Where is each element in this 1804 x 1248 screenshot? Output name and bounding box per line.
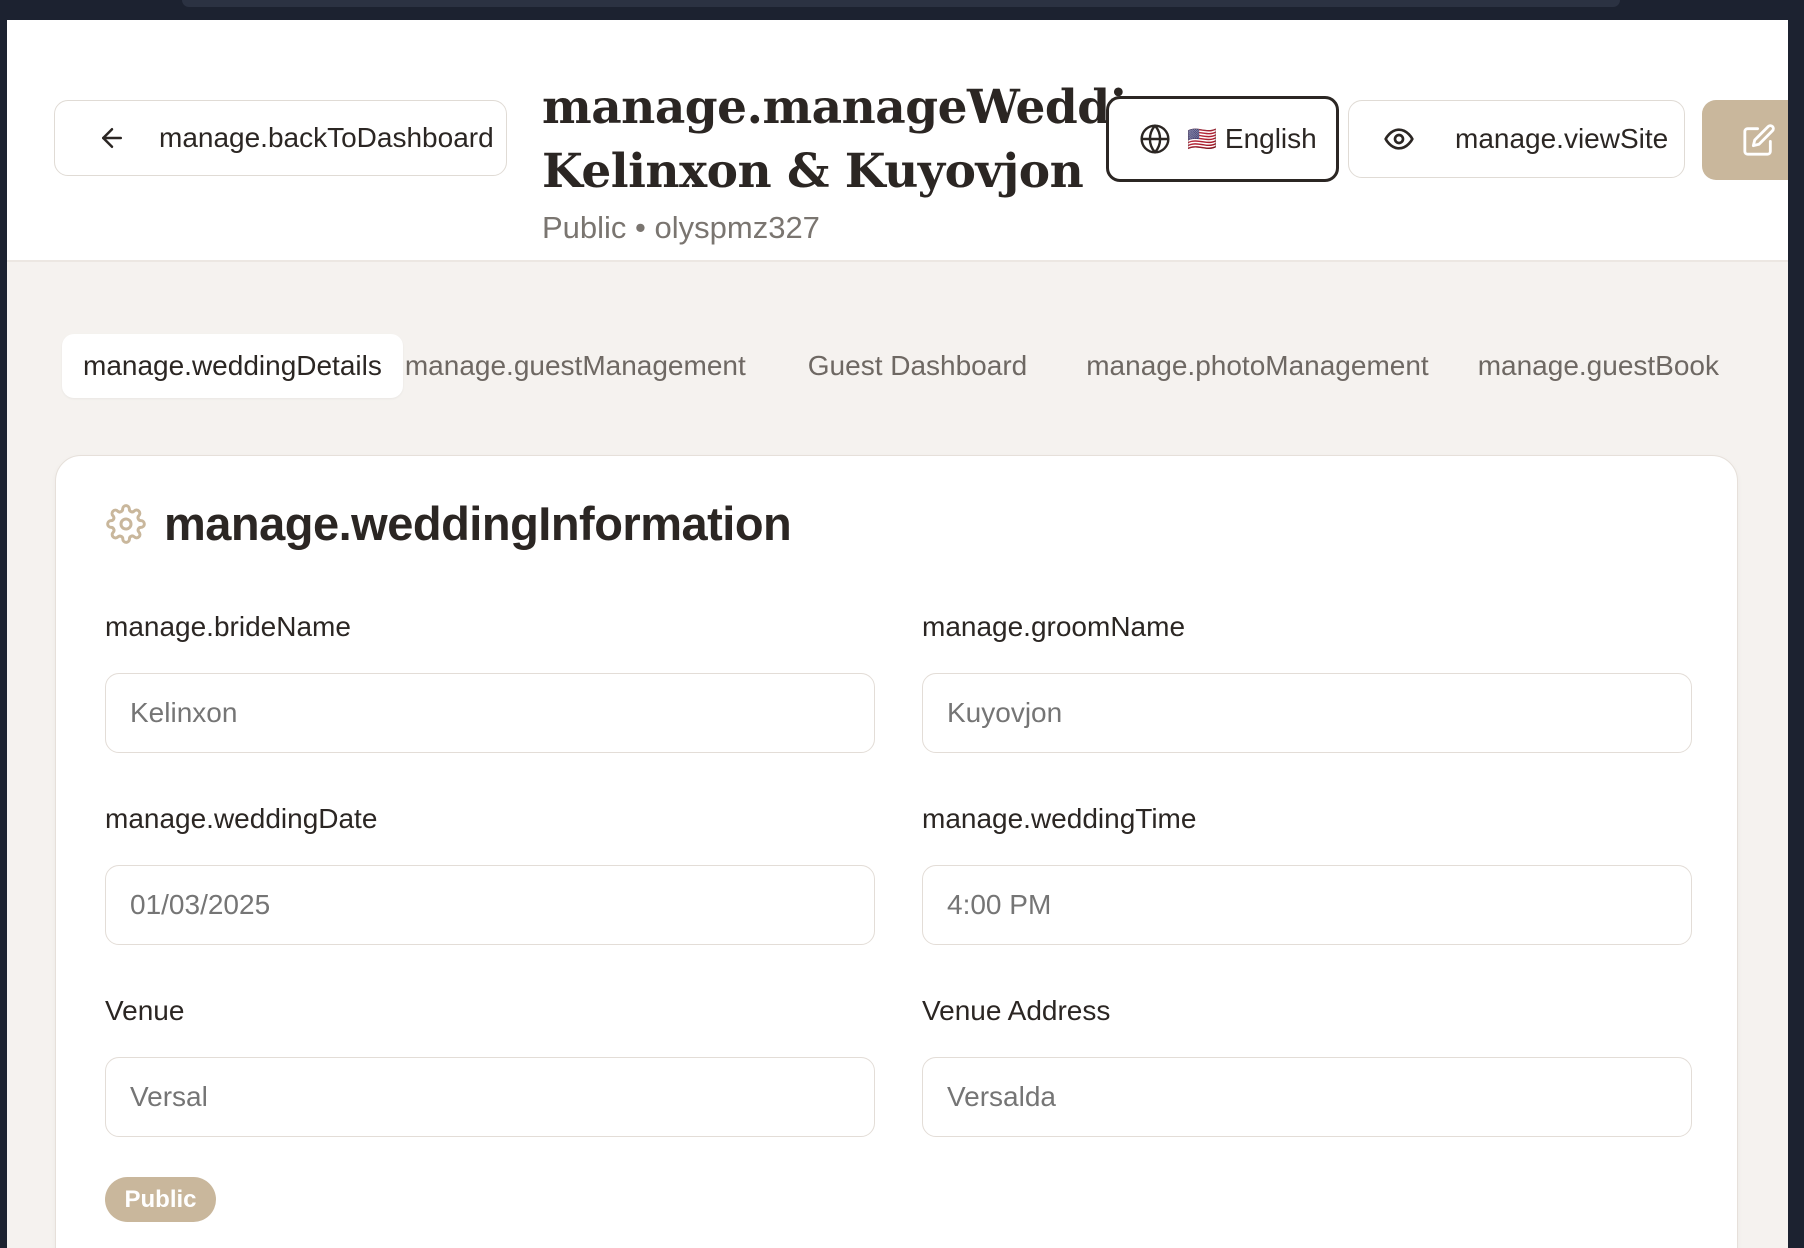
wedding-information-card: manage.weddingInformation manage.brideNa… — [55, 455, 1738, 1248]
browser-url-bar[interactable] — [182, 0, 1620, 7]
language-selector-button[interactable]: 🇺🇸 English — [1106, 96, 1339, 182]
page-title-block: manage.manageWedding: Kelinxon & Kuyovjo… — [542, 76, 1210, 246]
wedding-time-label: manage.weddingTime — [922, 803, 1197, 834]
wedding-date-label: manage.weddingDate — [105, 803, 378, 834]
tab-guest-management[interactable]: manage.guestManagement — [405, 334, 746, 398]
back-to-dashboard-button[interactable]: manage.backToDashboard — [54, 100, 507, 176]
arrow-left-icon — [102, 128, 122, 148]
wedding-time-input[interactable] — [922, 865, 1692, 945]
window-right-edge — [1788, 20, 1804, 1248]
page-title-line2: Kelinxon & Kuyovjon — [542, 144, 1084, 199]
section-tabs: manage.weddingDetails manage.guestManage… — [62, 334, 1719, 398]
venue-address-label: Venue Address — [922, 995, 1111, 1026]
bride-name-field-group: manage.brideName — [105, 607, 875, 753]
tab-photo-management[interactable]: manage.photoManagement — [1086, 334, 1428, 398]
globe-icon — [1140, 124, 1170, 154]
view-site-label: manage.viewSite — [1455, 123, 1669, 154]
tab-guest-book[interactable]: manage.guestBook — [1478, 334, 1719, 398]
venue-address-input[interactable] — [922, 1057, 1692, 1137]
browser-top-strip — [0, 0, 1804, 20]
venue-address-field-group: Venue Address — [922, 991, 1692, 1137]
venue-field-group: Venue — [105, 991, 875, 1137]
card-title: manage.weddingInformation — [164, 497, 792, 550]
app-frame: manage.backToDashboard manage.manageWedd… — [7, 20, 1788, 1248]
visibility-status-badge: Public — [105, 1177, 216, 1222]
edit-icon — [1743, 124, 1775, 156]
page-header: manage.backToDashboard manage.manageWedd… — [7, 20, 1788, 262]
wedding-time-field-group: manage.weddingTime — [922, 799, 1692, 945]
back-to-dashboard-label: manage.backToDashboard — [159, 122, 494, 153]
bride-name-label: manage.brideName — [105, 611, 351, 642]
tab-guest-dashboard[interactable]: Guest Dashboard — [808, 334, 1027, 398]
wedding-date-field-group: manage.weddingDate — [105, 799, 875, 945]
view-site-button[interactable]: manage.viewSite — [1348, 100, 1685, 178]
language-label: English — [1224, 123, 1317, 154]
bride-name-input[interactable] — [105, 673, 875, 753]
wedding-date-input[interactable] — [105, 865, 875, 945]
page-title: manage.manageWedding: Kelinxon & Kuyovjo… — [542, 76, 1210, 204]
gear-icon — [106, 503, 146, 544]
us-flag-icon: 🇺🇸 — [1187, 125, 1217, 153]
window-left-edge — [0, 20, 7, 1248]
groom-name-input[interactable] — [922, 673, 1692, 753]
groom-name-label: manage.groomName — [922, 611, 1186, 642]
card-header: manage.weddingInformation — [106, 496, 792, 551]
groom-name-field-group: manage.groomName — [922, 607, 1692, 753]
venue-input[interactable] — [105, 1057, 875, 1137]
page-subtitle: Public • olyspmz327 — [542, 210, 820, 245]
venue-label: Venue — [105, 995, 185, 1026]
eye-icon — [1384, 128, 1414, 150]
tab-wedding-details[interactable]: manage.weddingDetails — [62, 334, 403, 398]
edit-button[interactable] — [1702, 100, 1788, 180]
